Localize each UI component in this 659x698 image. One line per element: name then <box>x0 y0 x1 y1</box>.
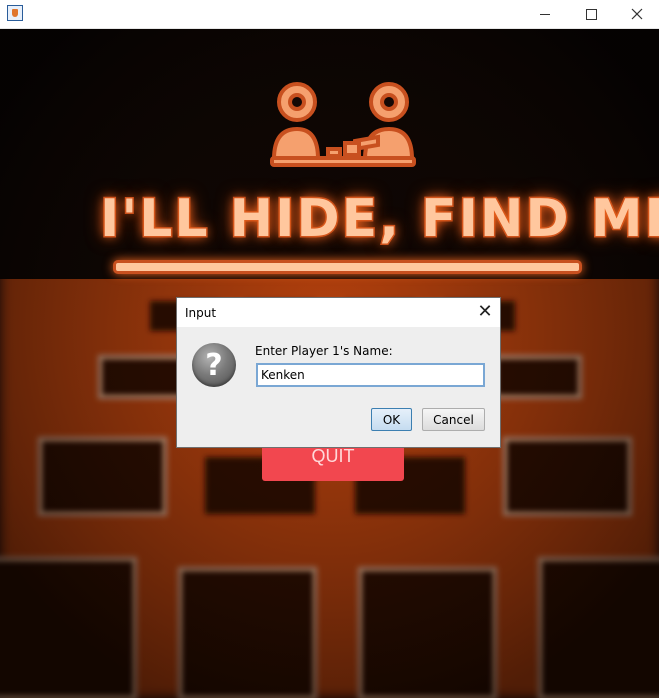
input-dialog: Input ✕ ? Enter Player 1's Name: OK Canc… <box>176 297 501 448</box>
minimize-icon <box>540 13 550 15</box>
window-titlebar <box>0 0 659 29</box>
cancel-button[interactable]: Cancel <box>422 408 485 431</box>
player-name-input[interactable] <box>256 363 485 387</box>
close-icon: ✕ <box>477 301 493 322</box>
java-app-icon <box>7 5 23 21</box>
question-mark: ? <box>205 347 223 383</box>
ok-button[interactable]: OK <box>371 408 412 431</box>
close-button[interactable] <box>614 0 659 28</box>
game-logo-figures <box>270 82 416 167</box>
game-title: I'LL HIDE, FIND ME! <box>99 188 659 251</box>
close-icon <box>631 8 643 20</box>
dialog-title: Input <box>185 306 217 320</box>
question-icon: ? <box>192 343 236 387</box>
title-underline <box>113 260 582 274</box>
dialog-close-button[interactable]: ✕ <box>470 298 500 327</box>
player-name-prompt: Enter Player 1's Name: <box>255 344 393 358</box>
minimize-button[interactable] <box>522 0 568 28</box>
maximize-button[interactable] <box>568 0 614 28</box>
dialog-titlebar: Input ✕ <box>177 298 500 327</box>
maximize-icon <box>585 8 597 20</box>
